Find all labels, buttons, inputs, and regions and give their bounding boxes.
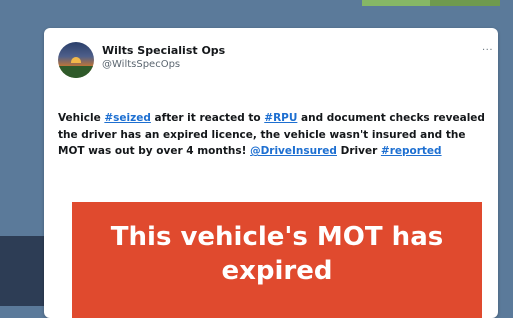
tweet-text-part: Vehicle bbox=[58, 112, 105, 124]
tweet-media-image[interactable]: This vehicle's MOT has expired bbox=[72, 202, 482, 318]
tweet-card[interactable]: Wilts Specialist Ops @WiltsSpecOps ··· V… bbox=[44, 28, 498, 318]
tweet-text-part: Driver bbox=[336, 145, 381, 157]
display-name[interactable]: Wilts Specialist Ops bbox=[102, 44, 225, 57]
tweet-text: Vehicle #seized after it reacted to #RPU… bbox=[58, 110, 488, 160]
user-handle[interactable]: @WiltsSpecOps bbox=[102, 59, 180, 70]
mention-driveinsured-link[interactable]: @DriveInsured bbox=[250, 145, 337, 157]
hashtag-reported-link[interactable]: #reported bbox=[381, 145, 442, 157]
tweet-text-part: after it reacted to bbox=[150, 112, 265, 124]
avatar-landscape bbox=[58, 66, 94, 78]
background-accent-secondary bbox=[430, 0, 500, 6]
hashtag-seized-link[interactable]: #seized bbox=[104, 112, 151, 124]
more-options-icon[interactable]: ··· bbox=[482, 46, 493, 56]
avatar-sunset-icon bbox=[71, 57, 81, 63]
avatar[interactable] bbox=[58, 42, 94, 78]
hashtag-rpu-link[interactable]: #RPU bbox=[264, 112, 297, 124]
media-caption: This vehicle's MOT has expired bbox=[110, 222, 444, 286]
background-accent bbox=[362, 0, 430, 6]
